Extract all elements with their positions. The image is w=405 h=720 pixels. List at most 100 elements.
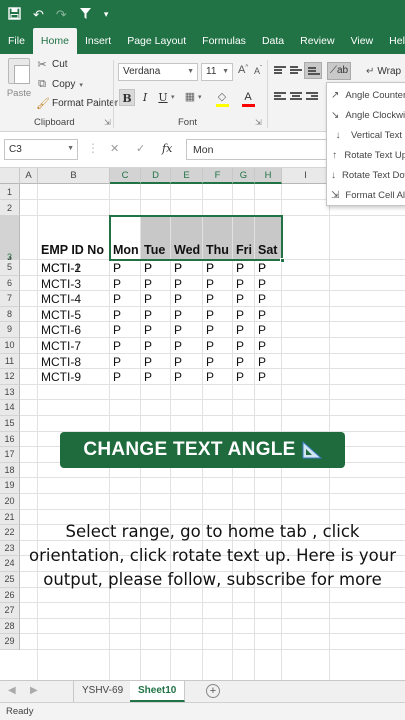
next-sheet-icon[interactable]: ▶ [30,685,38,696]
column-header[interactable]: C [110,168,141,184]
column-header[interactable]: A [20,168,38,184]
attendance-cell[interactable]: P [236,277,244,291]
orientation-menu-item[interactable]: ↑ Rotate Text Up [327,145,405,165]
attendance-cell[interactable]: P [174,261,182,275]
attendance-cell[interactable]: P [258,370,266,384]
row-header[interactable]: 8 [0,306,20,323]
emp-id-cell[interactable]: MCTI-4 [41,292,81,306]
row-header[interactable]: 2 [0,200,20,216]
attendance-cell[interactable]: P [113,323,121,337]
tab-file[interactable]: File [0,35,33,54]
row-header[interactable]: 20 [0,494,20,510]
row-header[interactable]: 26 [0,587,20,604]
cancel-icon[interactable]: ✕ [110,142,119,155]
attendance-cell[interactable]: P [113,308,121,322]
bottom-align-button[interactable] [304,62,322,79]
attendance-cell[interactable]: P [206,339,214,353]
orientation-menu-item[interactable]: ↓ Vertical Text [327,125,405,145]
row-header[interactable]: 12 [0,369,20,385]
attendance-cell[interactable]: P [236,339,244,353]
emp-id-cell[interactable]: MCTI-9 [41,370,81,384]
row-header[interactable]: 19 [0,478,20,494]
column-header[interactable]: E [171,168,203,184]
row-header[interactable]: 23 [0,540,20,557]
undo-icon[interactable]: ↶ [33,8,44,21]
cut-button[interactable]: ✂ Cut [36,58,67,71]
attendance-cell[interactable]: P [144,355,152,369]
tab-home[interactable]: Home [32,28,77,54]
row-header[interactable]: 14 [0,400,20,416]
row-header[interactable]: 6 [0,275,20,292]
attendance-cell[interactable]: P [206,323,214,337]
tab-formulas[interactable]: Formulas [194,35,254,54]
attendance-cell[interactable]: P [144,308,152,322]
column-header[interactable]: G [233,168,255,184]
emp-id-cell[interactable]: MCTI-2 [41,261,81,275]
borders-icon[interactable]: ▦ [182,89,198,106]
orientation-button[interactable]: ⟋ab [327,62,351,80]
row-header[interactable]: 25 [0,572,20,588]
emp-id-cell[interactable]: MCTI-7 [41,339,81,353]
row-header[interactable]: 11 [0,353,20,370]
enter-icon[interactable]: ✓ [136,142,145,155]
save-icon[interactable] [8,6,21,22]
fill-handle[interactable] [280,258,285,263]
attendance-cell[interactable]: P [113,339,121,353]
align-center-icon[interactable] [290,92,302,102]
name-box[interactable]: C3 ▼ [4,139,78,160]
attendance-cell[interactable]: P [206,292,214,306]
attendance-cell[interactable]: P [113,292,121,306]
attendance-cell[interactable]: P [206,355,214,369]
format-painter-button[interactable]: 🖌 Format Painter [36,97,118,110]
increase-font-icon[interactable]: A^ [238,64,248,76]
row-header[interactable]: 28 [0,618,20,635]
attendance-cell[interactable]: P [258,339,266,353]
row-header[interactable]: 29 [0,634,20,650]
dialog-launcher-icon[interactable]: ⇲ [255,118,262,127]
attendance-cell[interactable]: P [113,261,121,275]
emp-id-cell[interactable]: MCTI-6 [41,323,81,337]
orientation-menu-item[interactable]: ⇲ Format Cell Alignment [327,185,405,205]
customize-icon[interactable]: ▾ [104,9,109,19]
attendance-cell[interactable]: P [258,355,266,369]
attendance-cell[interactable]: P [174,292,182,306]
select-all-corner[interactable] [0,168,20,184]
middle-align-icon[interactable] [290,66,302,76]
attendance-cell[interactable]: P [174,323,182,337]
attendance-cell[interactable]: P [174,370,182,384]
wrap-text-button[interactable]: ↵ Wrap [366,66,401,77]
attendance-cell[interactable]: P [113,355,121,369]
font-name-select[interactable]: Verdana ▼ [118,63,198,81]
attendance-cell[interactable]: P [206,261,214,275]
attendance-cell[interactable]: P [236,261,244,275]
column-header[interactable]: B [38,168,110,184]
attendance-cell[interactable]: P [236,292,244,306]
emp-id-cell[interactable]: MCTI-5 [41,308,81,322]
italic-button[interactable]: I [137,89,153,106]
row-header[interactable]: 10 [0,338,20,354]
attendance-cell[interactable]: P [236,323,244,337]
emp-id-cell[interactable]: MCTI-8 [41,355,81,369]
attendance-cell[interactable]: P [144,277,152,291]
column-header[interactable]: F [203,168,233,184]
attendance-cell[interactable]: P [174,355,182,369]
tab-data[interactable]: Data [254,35,292,54]
attendance-cell[interactable]: P [258,261,266,275]
attendance-cell[interactable]: P [206,308,214,322]
tab-page-layout[interactable]: Page Layout [119,35,194,54]
orientation-menu-item[interactable]: ↗ Angle Counterclockwise [327,85,405,105]
attendance-cell[interactable]: P [236,370,244,384]
font-size-select[interactable]: 11 ▼ [201,63,233,81]
orientation-menu-item[interactable]: ↓ Rotate Text Down [327,165,405,185]
row-header[interactable]: 13 [0,384,20,401]
attendance-cell[interactable]: P [236,355,244,369]
paste-button[interactable]: Paste [6,58,32,99]
sheet-tab-sheet10[interactable]: Sheet10 [130,681,186,702]
attendance-cell[interactable]: P [144,370,152,384]
underline-button[interactable]: U [155,89,171,106]
attendance-cell[interactable]: P [258,308,266,322]
orientation-menu-item[interactable]: ↘ Angle Clockwise [327,105,405,125]
attendance-cell[interactable]: P [144,323,152,337]
attendance-cell[interactable]: P [144,339,152,353]
redo-icon[interactable]: ↷ [56,8,67,21]
